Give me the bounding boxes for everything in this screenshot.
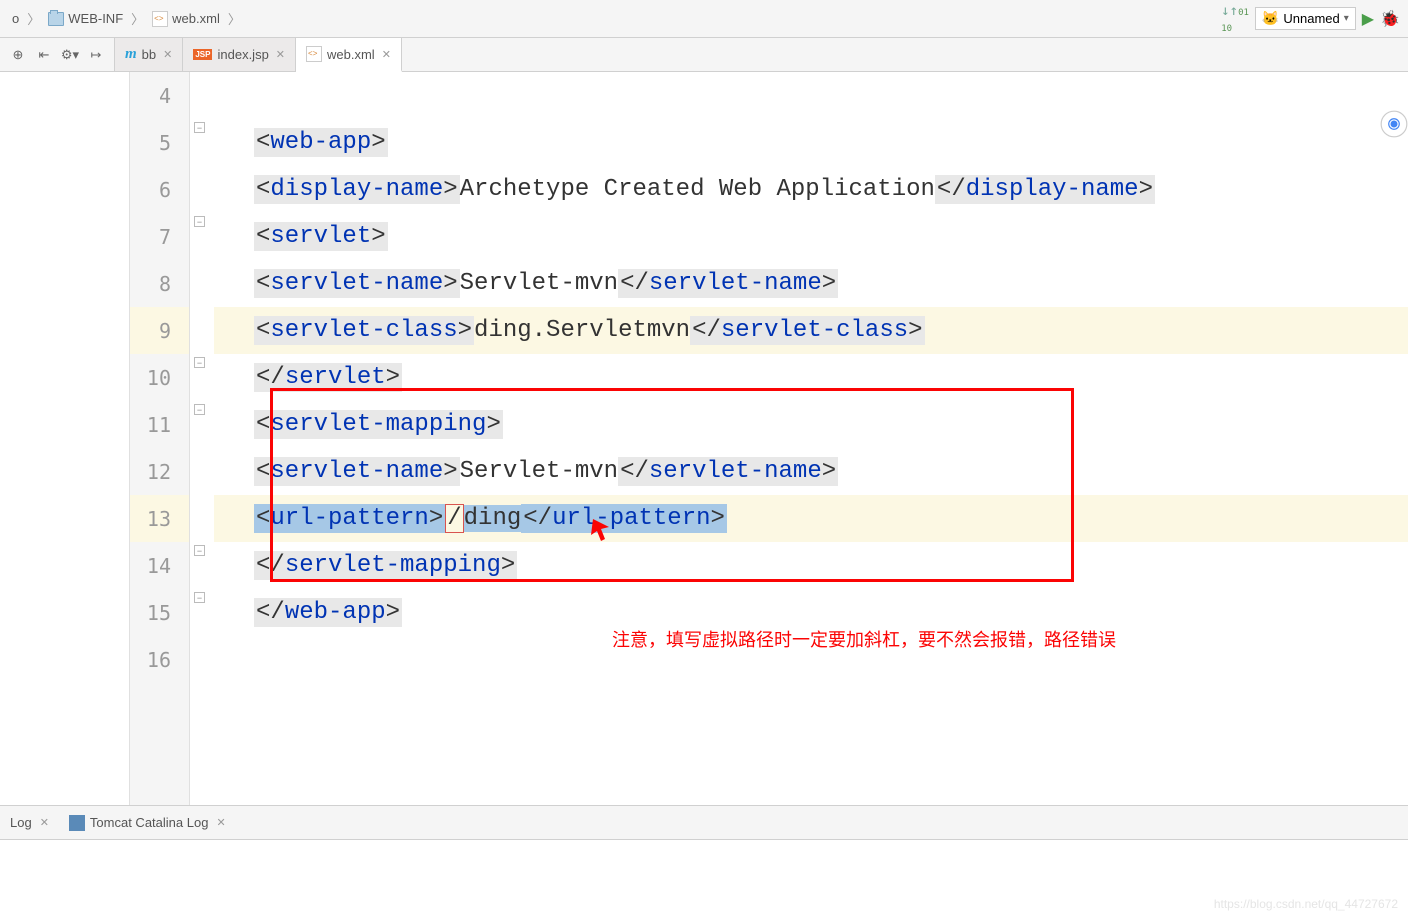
close-icon[interactable]: ✕ [382,48,391,61]
project-pane[interactable] [0,72,130,805]
code-editor[interactable]: <web-app> <display-name>Archetype Create… [214,72,1408,805]
line-number[interactable]: 4 [130,72,189,119]
breadcrumb-folder[interactable]: WEB-INF [44,9,127,28]
annotation-text: 注意，填写虚拟路径时一定要加斜杠，要不然会报错，路径错误 [612,626,1116,652]
code-line: <servlet-name>Servlet-mvn</servlet-name> [214,448,1408,495]
editor-tabs: m bb ✕ JSP index.jsp ✕ web.xml ✕ [115,38,402,71]
tomcat-icon: 🐱 [1262,10,1279,27]
breadcrumb-file-label: web.xml [172,11,220,26]
line-number[interactable]: 5 [130,119,189,166]
debug-button[interactable]: 🐞 [1380,9,1400,29]
navigation-bar: o 〉 WEB-INF 〉 web.xml 〉 ↓↑0110 🐱 Unnamed… [0,0,1408,38]
tab-bb[interactable]: m bb ✕ [115,38,183,71]
target-tool[interactable]: ⊕ [6,43,30,67]
close-icon[interactable]: ✕ [216,816,225,829]
chevron-right-icon: 〉 [228,9,241,28]
fold-column: − − − − − − [190,72,214,805]
chrome-icon[interactable] [1380,110,1408,138]
tab-label: Tomcat Catalina Log [90,815,209,830]
xml-file-icon [152,11,168,27]
code-line: <url-pattern>/ding</url-pattern> [214,495,1408,542]
code-line: <servlet-mapping> [214,401,1408,448]
bottom-tabs: Log ✕ Tomcat Catalina Log ✕ [0,806,1408,840]
line-number[interactable]: 9 [130,307,189,354]
editor-area: 4 5 6 7 8 9 10 11 12 13 14 15 16 − − − −… [0,72,1408,805]
editor-toolbar: ⊕ ⇤ ⚙▾ ↦ m bb ✕ JSP index.jsp ✕ web.xml … [0,38,1408,72]
code-line: <web-app> [214,119,1408,166]
log-icon [69,815,85,831]
line-number[interactable]: 12 [130,448,189,495]
fold-toggle[interactable]: − [194,592,205,603]
line-number[interactable]: 16 [130,636,189,683]
fold-toggle[interactable]: − [194,216,205,227]
line-number[interactable]: 7 [130,213,189,260]
tab-log[interactable]: Log ✕ [0,815,59,830]
tab-index[interactable]: JSP index.jsp ✕ [183,38,296,71]
line-number-gutter: 4 5 6 7 8 9 10 11 12 13 14 15 16 [130,72,190,805]
close-icon[interactable]: ✕ [276,48,285,61]
code-line: </servlet-mapping> [214,542,1408,589]
run-button[interactable]: ▶ [1362,9,1374,29]
line-number[interactable]: 13 [130,495,189,542]
line-number[interactable]: 6 [130,166,189,213]
folder-icon [48,12,64,26]
config-label: Unnamed [1283,11,1339,26]
tab-label: web.xml [327,47,375,62]
maven-icon: m [125,46,137,63]
tab-label: bb [142,47,156,62]
breadcrumb-folder-label: WEB-INF [68,11,123,26]
line-number[interactable]: 10 [130,354,189,401]
close-icon[interactable]: ✕ [163,48,172,61]
close-icon[interactable]: ✕ [40,816,49,829]
tab-tomcat-log[interactable]: Tomcat Catalina Log ✕ [59,815,236,831]
line-number[interactable]: 15 [130,589,189,636]
settings-tool[interactable]: ⚙▾ [58,43,82,67]
code-line [214,72,1408,119]
jsp-icon: JSP [193,49,212,60]
code-line: </servlet> [214,354,1408,401]
code-line: <display-name>Archetype Created Web Appl… [214,166,1408,213]
line-number[interactable]: 8 [130,260,189,307]
fold-toggle[interactable]: − [194,122,205,133]
fold-toggle[interactable]: − [194,545,205,556]
tab-label: Log [10,815,32,830]
code-line: <servlet> [214,213,1408,260]
update-icon[interactable]: ↓↑0110 [1221,3,1249,35]
tab-label: index.jsp [217,47,268,62]
collapse-tool[interactable]: ⇤ [32,43,56,67]
breadcrumb: o 〉 WEB-INF 〉 web.xml 〉 [8,9,241,29]
bottom-panel: Log ✕ Tomcat Catalina Log ✕ https://blog… [0,805,1408,915]
breadcrumb-file[interactable]: web.xml [148,9,224,29]
xml-file-icon [306,46,322,62]
expand-tool[interactable]: ↦ [84,43,108,67]
tab-web-xml[interactable]: web.xml ✕ [296,38,402,72]
line-number[interactable]: 14 [130,542,189,589]
chevron-down-icon: ▾ [1344,13,1349,24]
code-line: <servlet-class>ding.Servletmvn</servlet-… [214,307,1408,354]
fold-toggle[interactable]: − [194,404,205,415]
run-config-dropdown[interactable]: 🐱 Unnamed ▾ [1255,7,1356,30]
code-line: <servlet-name>Servlet-mvn</servlet-name> [214,260,1408,307]
tool-icons: ⊕ ⇤ ⚙▾ ↦ [0,38,115,71]
watermark: https://blog.csdn.net/qq_44727672 [1214,897,1398,911]
toolbar-right: ↓↑0110 🐱 Unnamed ▾ ▶ 🐞 [1221,3,1400,35]
fold-toggle[interactable]: − [194,357,205,368]
breadcrumb-root[interactable]: o [8,9,23,28]
chevron-right-icon: 〉 [131,9,144,28]
line-number[interactable]: 11 [130,401,189,448]
chevron-right-icon: 〉 [27,9,40,28]
